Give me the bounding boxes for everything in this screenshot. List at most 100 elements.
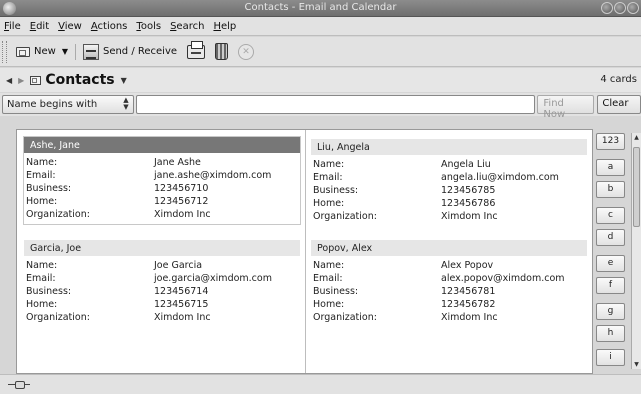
search-input[interactable]	[135, 95, 536, 114]
field-email: Email: alex.popov@ximdom.com	[311, 272, 587, 285]
alpha-button-e[interactable]: e	[596, 255, 625, 272]
field-label: Home:	[313, 198, 345, 209]
field-value[interactable]: joe.garcia@ximdom.com	[154, 272, 272, 285]
field-value[interactable]: alex.popov@ximdom.com	[441, 272, 565, 285]
toolbar-separator	[74, 43, 76, 60]
field-business: Business: 123456785	[311, 184, 587, 197]
menu-view[interactable]: View	[58, 21, 82, 32]
new-contact-icon	[16, 46, 30, 57]
alphabet-scrollbar[interactable]: ▲ ▼	[631, 133, 641, 369]
print-button[interactable]	[184, 40, 208, 59]
search-mode-select[interactable]: Name begins with ▲ ▼	[2, 95, 134, 114]
scroll-down-icon[interactable]: ▼	[632, 360, 641, 369]
menu-tools-label: ools	[140, 20, 162, 32]
chevron-down-icon[interactable]: ▼	[62, 47, 68, 56]
field-name: Name: Joe Garcia	[24, 259, 300, 272]
spinner-arrows-icon: ▲ ▼	[123, 96, 129, 111]
minimize-icon[interactable]	[601, 2, 613, 14]
field-value: Alex Popov	[441, 260, 494, 271]
field-name: Name: Jane Ashe	[24, 156, 300, 169]
contact-card[interactable]: Liu, Angela Name: Angela Liu Email: angela…	[311, 139, 587, 223]
menu-tools[interactable]: Tools	[136, 21, 161, 32]
field-label: Organization:	[313, 211, 377, 222]
card-header[interactable]: Liu, Angela	[311, 139, 587, 155]
scrollbar-thumb[interactable]	[633, 147, 640, 227]
field-email: Email: angela.liu@ximdom.com	[311, 171, 587, 184]
field-value: 123456782	[441, 299, 496, 310]
new-button[interactable]: New ▼	[13, 46, 71, 57]
menu-help[interactable]: Help	[213, 21, 236, 32]
field-organization: Organization: Ximdom Inc	[311, 210, 587, 223]
field-value: 123456715	[154, 299, 209, 310]
field-value: 123456714	[154, 286, 209, 297]
contact-card[interactable]: Ashe, Jane Name: Jane Ashe Email: jane.ash…	[24, 137, 300, 221]
field-organization: Organization: Ximdom Inc	[24, 311, 300, 324]
delete-button[interactable]	[212, 43, 231, 60]
status-bar	[0, 374, 641, 394]
menu-view-label: iew	[64, 20, 82, 32]
view-title[interactable]: Contacts	[45, 72, 114, 88]
toolbar-grip[interactable]	[2, 40, 7, 63]
alpha-button-h[interactable]: h	[596, 325, 625, 342]
close-icon[interactable]	[627, 2, 639, 14]
back-arrow-icon[interactable]: ◀	[6, 76, 12, 85]
alpha-button-i[interactable]: i	[596, 349, 625, 366]
alpha-button-g[interactable]: g	[596, 303, 625, 320]
title-bar[interactable]: Contacts - Email and Calendar	[0, 0, 641, 17]
field-value: 123456781	[441, 286, 496, 297]
field-email: Email: jane.ashe@ximdom.com	[24, 169, 300, 182]
forward-arrow-icon[interactable]: ▶	[18, 76, 24, 85]
field-label: Home:	[313, 299, 345, 310]
menu-search[interactable]: Search	[170, 21, 204, 32]
field-label: Home:	[26, 196, 58, 207]
field-name: Name: Alex Popov	[311, 259, 587, 272]
column-divider[interactable]	[305, 130, 306, 373]
print-icon	[187, 40, 206, 59]
card-header[interactable]: Ashe, Jane	[24, 137, 300, 153]
field-label: Email:	[26, 273, 56, 284]
alpha-button-123[interactable]: 123	[596, 133, 625, 150]
field-value[interactable]: jane.ashe@ximdom.com	[154, 169, 271, 182]
stop-icon: ✕	[238, 43, 255, 60]
field-value: 123456712	[154, 196, 209, 207]
card-count: 4 cards	[600, 74, 637, 85]
send-receive-icon	[82, 43, 99, 60]
field-name: Name: Angela Liu	[311, 158, 587, 171]
menu-help-mnemonic: H	[213, 20, 221, 32]
contact-card[interactable]: Popov, Alex Name: Alex Popov Email: alex.p…	[311, 240, 587, 324]
view-dropdown-icon[interactable]: ▼	[121, 76, 127, 85]
search-bar: Name begins with ▲ ▼ Find Now Clear	[0, 93, 641, 120]
field-label: Business:	[313, 286, 359, 297]
field-business: Business: 123456714	[24, 285, 300, 298]
field-value: 123456786	[441, 198, 496, 209]
field-value[interactable]: angela.liu@ximdom.com	[441, 171, 559, 184]
find-now-button[interactable]: Find Now	[537, 95, 595, 120]
clear-button[interactable]: Clear	[597, 95, 641, 114]
alpha-button-b[interactable]: b	[596, 181, 625, 198]
field-business: Business: 123456781	[311, 285, 587, 298]
alpha-button-c[interactable]: c	[596, 207, 625, 224]
maximize-icon[interactable]	[614, 2, 626, 14]
card-header[interactable]: Garcia, Joe	[24, 240, 300, 256]
menu-edit[interactable]: Edit	[30, 21, 49, 32]
send-receive-button[interactable]: Send / Receive	[80, 43, 180, 60]
new-button-label: New	[34, 46, 56, 57]
menu-actions[interactable]: Actions	[91, 21, 128, 32]
stop-button[interactable]: ✕	[235, 43, 257, 60]
alpha-button-a[interactable]: a	[596, 159, 625, 176]
menu-file[interactable]: File	[4, 21, 21, 32]
field-label: Name:	[26, 157, 58, 168]
field-label: Name:	[26, 260, 58, 271]
alpha-button-d[interactable]: d	[596, 229, 625, 246]
contact-card[interactable]: Garcia, Joe Name: Joe Garcia Email: joe.ga…	[24, 240, 300, 324]
search-mode-value: Name begins with	[7, 99, 98, 110]
field-value: Ximdom Inc	[441, 312, 498, 323]
card-header[interactable]: Popov, Alex	[311, 240, 587, 256]
online-status-icon[interactable]	[8, 381, 30, 389]
scroll-up-icon[interactable]: ▲	[632, 133, 641, 142]
menu-actions-label: ctions	[97, 20, 128, 32]
field-business: Business: 123456710	[24, 182, 300, 195]
alpha-button-f[interactable]: f	[596, 277, 625, 294]
field-label: Business:	[26, 183, 72, 194]
menu-search-label: earch	[176, 20, 205, 32]
